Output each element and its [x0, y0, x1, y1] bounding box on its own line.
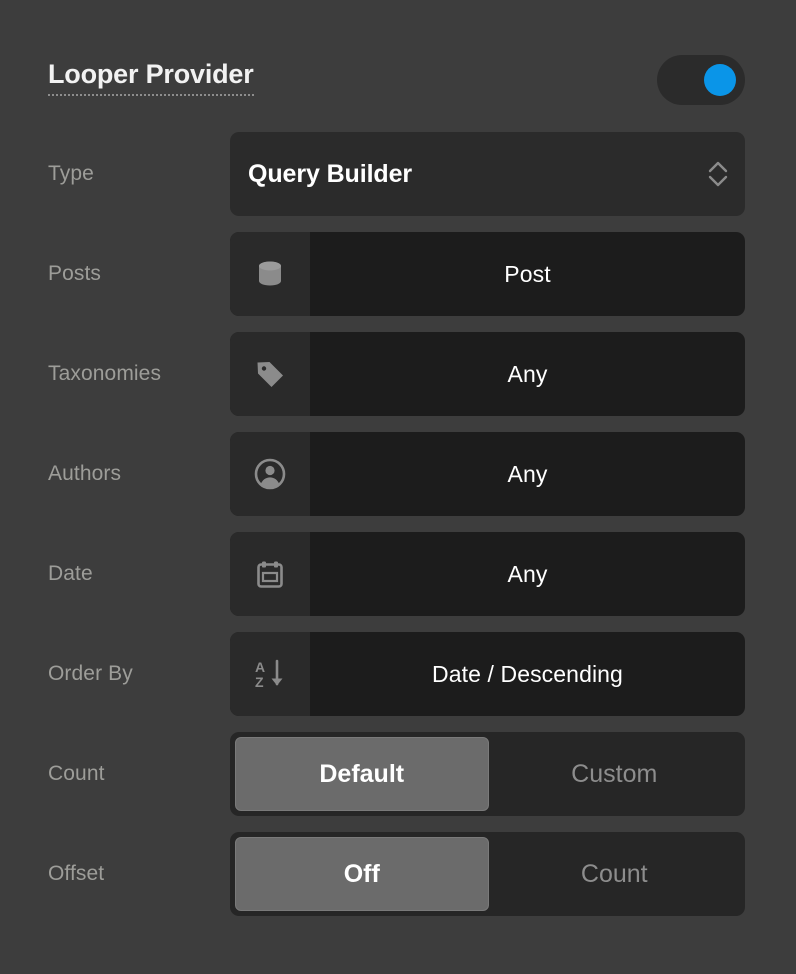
tag-icon: [230, 332, 310, 416]
database-icon: [230, 232, 310, 316]
row-label-posts: Posts: [48, 232, 101, 316]
count-option-default[interactable]: Default: [235, 737, 489, 811]
row-label-taxonomies: Taxonomies: [48, 332, 161, 416]
offset-option-count[interactable]: Count: [489, 837, 741, 911]
sort-az-descending-icon: A Z: [230, 632, 310, 716]
row-offset: Offset Off Count: [48, 832, 745, 916]
posts-control[interactable]: Post: [230, 232, 745, 316]
row-label-date: Date: [48, 532, 93, 616]
order-by-value: Date / Descending: [310, 632, 745, 716]
posts-value: Post: [310, 232, 745, 316]
row-label-authors: Authors: [48, 432, 121, 516]
count-option-custom[interactable]: Custom: [489, 737, 741, 811]
svg-text:A: A: [255, 659, 265, 675]
row-order-by: Order By A Z Date / Descending: [48, 632, 745, 716]
type-select[interactable]: Query Builder: [230, 132, 745, 216]
row-authors: Authors Any: [48, 432, 745, 516]
type-select-value: Query Builder: [230, 160, 691, 189]
chevron-up-down-icon: [691, 159, 745, 189]
date-value: Any: [310, 532, 745, 616]
row-taxonomies: Taxonomies Any: [48, 332, 745, 416]
toggle-knob: [704, 64, 736, 96]
offset-option-off[interactable]: Off: [235, 837, 489, 911]
row-label-count: Count: [48, 732, 105, 816]
authors-value: Any: [310, 432, 745, 516]
offset-segmented-control: Off Count: [230, 832, 745, 916]
date-control[interactable]: Any: [230, 532, 745, 616]
taxonomies-value: Any: [310, 332, 745, 416]
row-type: Type Query Builder: [48, 132, 745, 216]
count-segmented-control: Default Custom: [230, 732, 745, 816]
row-count: Count Default Custom: [48, 732, 745, 816]
taxonomies-control[interactable]: Any: [230, 332, 745, 416]
calendar-icon: [230, 532, 310, 616]
row-label-type: Type: [48, 132, 94, 216]
row-date: Date Any: [48, 532, 745, 616]
order-by-control[interactable]: A Z Date / Descending: [230, 632, 745, 716]
looper-provider-panel: Looper Provider Type Query Builder Posts: [0, 0, 796, 974]
provider-enabled-toggle[interactable]: [657, 55, 745, 105]
panel-header: Looper Provider: [48, 52, 748, 106]
row-label-order-by: Order By: [48, 632, 133, 716]
row-label-offset: Offset: [48, 832, 104, 916]
page-title: Looper Provider: [48, 58, 254, 96]
user-circle-icon: [230, 432, 310, 516]
authors-control[interactable]: Any: [230, 432, 745, 516]
row-posts: Posts Post: [48, 232, 745, 316]
svg-text:Z: Z: [255, 674, 264, 690]
